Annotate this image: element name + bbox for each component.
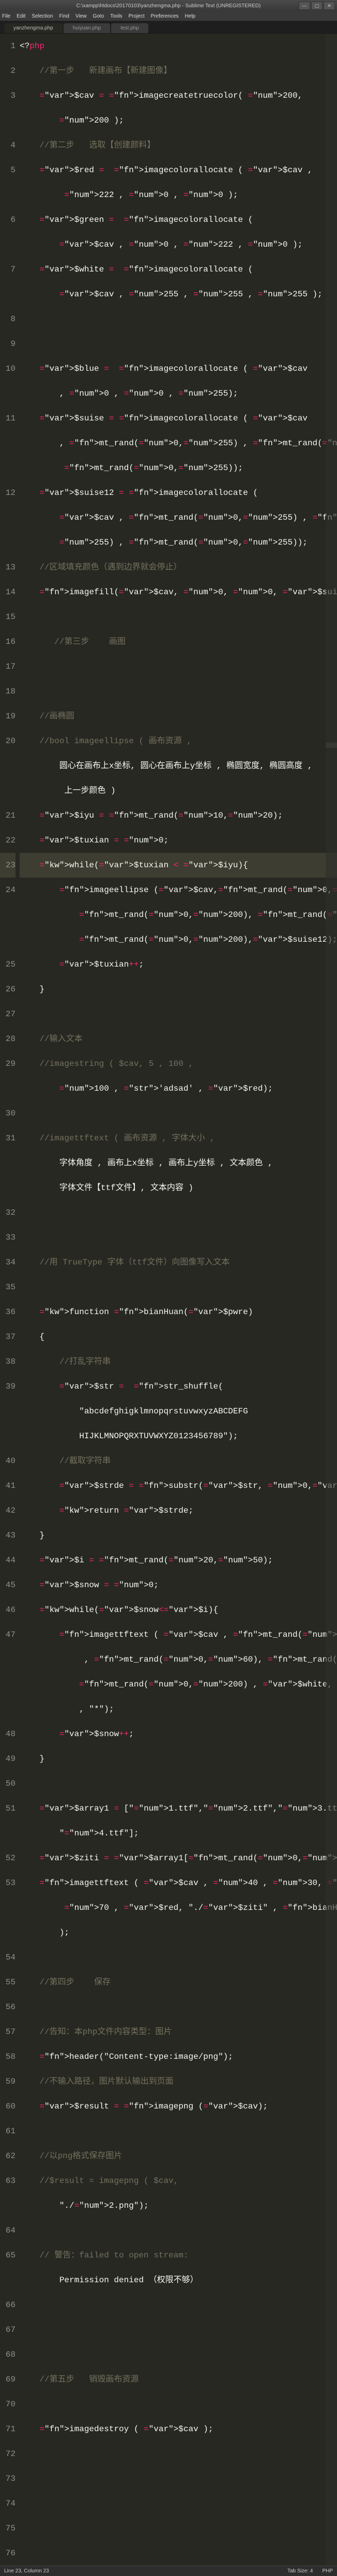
status-cursor-position[interactable]: Line 23, Column 23 xyxy=(4,2568,49,2574)
menu-file[interactable]: File xyxy=(2,13,10,19)
minimap[interactable] xyxy=(326,34,337,2566)
menu-help[interactable]: Help xyxy=(185,13,196,19)
window-controls: — ▢ ✕ xyxy=(299,2,335,10)
minimap-viewport[interactable] xyxy=(326,743,337,748)
status-language[interactable]: PHP xyxy=(322,2568,333,2574)
tabbar: yanzhengma.php huiyuan.php test.php xyxy=(0,21,337,34)
menu-preferences[interactable]: Preferences xyxy=(151,13,179,19)
menubar: File Edit Selection Find View Goto Tools… xyxy=(0,11,337,21)
menu-tools[interactable]: Tools xyxy=(110,13,122,19)
code-content[interactable]: <?php //第一步 新建画布【新建图像】 ="var">$cav = ="f… xyxy=(20,34,337,2566)
tab-inactive[interactable]: test.php xyxy=(111,23,148,33)
maximize-button[interactable]: ▢ xyxy=(311,2,323,10)
menu-find[interactable]: Find xyxy=(59,13,69,19)
close-button[interactable]: ✕ xyxy=(324,2,335,10)
menu-edit[interactable]: Edit xyxy=(17,13,25,19)
tab-active[interactable]: yanzhengma.php xyxy=(4,23,63,33)
status-tab-size[interactable]: Tab Size: 4 xyxy=(287,2568,313,2574)
editor-area[interactable]: 1234567891011121314151617181920212223242… xyxy=(0,34,337,2566)
menu-view[interactable]: View xyxy=(75,13,87,19)
tab-inactive[interactable]: huiyuan.php xyxy=(64,23,111,33)
menu-goto[interactable]: Goto xyxy=(93,13,104,19)
minimize-button[interactable]: — xyxy=(299,2,310,10)
menu-project[interactable]: Project xyxy=(129,13,145,19)
window-title: C:\xampp\htdocs\20170103\yanzhengma.php … xyxy=(76,3,261,9)
window-titlebar: C:\xampp\htdocs\20170103\yanzhengma.php … xyxy=(0,0,337,11)
line-number-gutter: 1234567891011121314151617181920212223242… xyxy=(0,34,20,2566)
menu-selection[interactable]: Selection xyxy=(32,13,53,19)
statusbar: Line 23, Column 23 Tab Size: 4 PHP xyxy=(0,2566,337,2576)
